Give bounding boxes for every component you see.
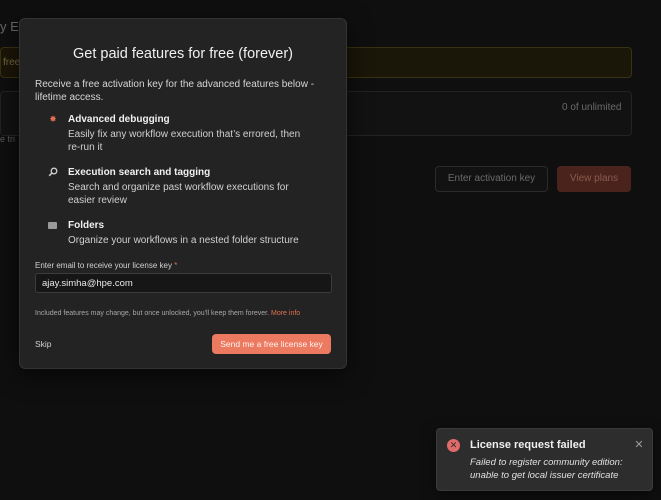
feature-description: Easily fix any workflow execution that’s… — [68, 129, 301, 153]
close-icon[interactable]: ✕ — [633, 439, 645, 451]
email-field[interactable] — [35, 273, 332, 293]
folder-icon — [48, 222, 57, 229]
email-field-label: Enter email to receive your license key … — [35, 261, 177, 270]
magnifier-icon — [48, 167, 58, 177]
feature-description: Organize your workflows in a nested fold… — [68, 235, 299, 246]
bug-icon: ✸ — [49, 114, 57, 124]
error-icon: ✕ — [447, 439, 460, 452]
page: y Ec free 0 of unlimited e tri Enter act… — [0, 0, 661, 500]
features-note: Included features may change, but once u… — [35, 310, 335, 317]
modal-intro: Receive a free activation key for the ad… — [35, 79, 315, 103]
error-toast: ✕ License request failed Failed to regis… — [436, 428, 653, 491]
feature-description: Search and organize past workflow execut… — [68, 182, 289, 206]
send-license-key-button[interactable]: Send me a free license key — [212, 334, 331, 354]
view-plans-button: View plans — [557, 166, 631, 192]
feature-title: Advanced debugging — [68, 114, 170, 125]
skip-button[interactable]: Skip — [35, 339, 52, 349]
background-banner-text: free — [3, 57, 21, 68]
background-side-text: e tri — [0, 134, 16, 144]
required-marker: * — [174, 261, 178, 270]
free-features-modal: Get paid features for free (forever) Rec… — [19, 18, 347, 369]
modal-title: Get paid features for free (forever) — [72, 46, 293, 62]
feature-title: Folders — [68, 220, 105, 231]
more-info-link[interactable]: More info — [271, 310, 300, 317]
toast-title: License request failed — [470, 439, 586, 451]
features-note-text: Included features may change, but once u… — [35, 310, 270, 317]
enter-activation-key-button: Enter activation key — [435, 166, 548, 192]
background-usage-text: 0 of unlimited — [562, 102, 622, 113]
feature-title: Execution search and tagging — [68, 167, 211, 178]
email-label-text: Enter email to receive your license key — [35, 261, 172, 270]
toast-message: Failed to register community edition: un… — [470, 457, 623, 481]
